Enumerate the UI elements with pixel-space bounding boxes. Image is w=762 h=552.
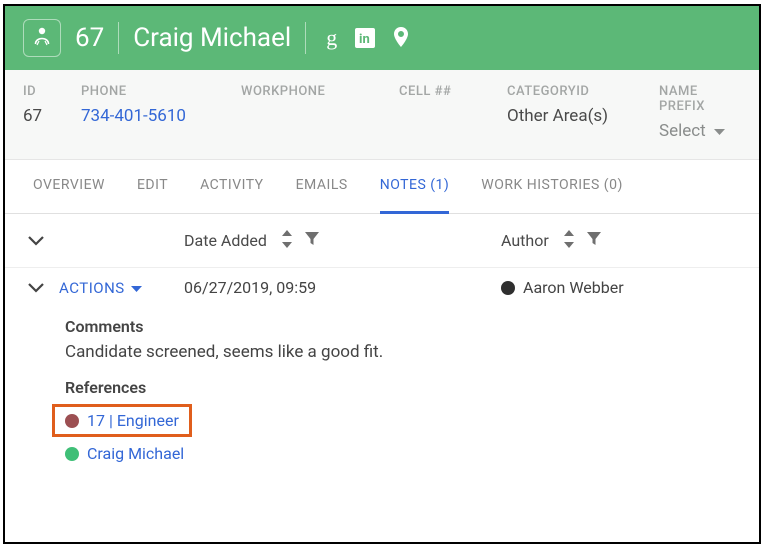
info-col-cell: CELL ## bbox=[399, 84, 507, 141]
info-col-phone: PHONE 734-401-5610 bbox=[81, 84, 241, 141]
info-col-id: ID 67 bbox=[23, 84, 81, 141]
record-header: 67 Craig Michael g in bbox=[5, 6, 759, 70]
date-added-value: 06/27/2019, 09:59 bbox=[184, 278, 491, 297]
table-row: ACTIONS 06/27/2019, 09:59 Aaron Webber bbox=[5, 268, 759, 297]
reference-link[interactable]: 17 | Engineer bbox=[87, 411, 179, 430]
row-expand-toggle[interactable] bbox=[23, 283, 49, 293]
actions-dropdown[interactable]: ACTIONS bbox=[59, 278, 174, 297]
reference-link[interactable]: Craig Michael bbox=[87, 444, 184, 463]
social-icons: g in bbox=[326, 25, 409, 51]
comments-text: Candidate screened, seems like a good fi… bbox=[65, 342, 741, 362]
tab-edit[interactable]: EDIT bbox=[137, 160, 168, 214]
sort-icon[interactable] bbox=[563, 230, 575, 252]
prefix-select[interactable]: Select bbox=[659, 121, 741, 141]
column-label: Date Added bbox=[184, 231, 267, 250]
tab-work-histories[interactable]: WORK HISTORIES (0) bbox=[481, 160, 623, 214]
tab-overview[interactable]: OVERVIEW bbox=[33, 160, 105, 214]
info-value-category: Other Area(s) bbox=[507, 106, 659, 126]
actions-label: ACTIONS bbox=[59, 279, 125, 297]
info-label-cell: CELL ## bbox=[399, 84, 507, 99]
expand-all-toggle[interactable] bbox=[23, 236, 49, 246]
info-value-phone[interactable]: 734-401-5610 bbox=[81, 106, 241, 126]
status-dot-icon bbox=[65, 447, 79, 461]
info-label-category: CATEGORYID bbox=[507, 84, 659, 99]
reference-item: Craig Michael bbox=[65, 444, 741, 463]
author-cell: Aaron Webber bbox=[501, 278, 741, 297]
sort-icon[interactable] bbox=[281, 230, 293, 252]
caret-down-icon bbox=[131, 278, 142, 297]
author-name: Aaron Webber bbox=[523, 278, 624, 297]
caret-down-icon bbox=[714, 121, 725, 141]
tab-notes[interactable]: NOTES (1) bbox=[380, 160, 450, 214]
header-divider bbox=[118, 22, 119, 54]
person-icon bbox=[33, 26, 51, 50]
column-date-added[interactable]: Date Added bbox=[184, 230, 491, 252]
notes-table-header: Date Added Author bbox=[5, 214, 759, 268]
linkedin-icon[interactable]: in bbox=[355, 28, 375, 48]
prefix-select-value: Select bbox=[659, 121, 706, 141]
filter-icon[interactable] bbox=[587, 231, 601, 250]
record-id: 67 bbox=[75, 23, 104, 53]
info-label-workphone: WORKPHONE bbox=[241, 84, 399, 99]
location-icon[interactable] bbox=[393, 27, 409, 49]
tab-emails[interactable]: EMAILS bbox=[296, 160, 348, 214]
info-col-category: CATEGORYID Other Area(s) bbox=[507, 84, 659, 141]
header-divider bbox=[305, 22, 306, 54]
tabs: OVERVIEW EDIT ACTIVITY EMAILS NOTES (1) … bbox=[5, 160, 759, 214]
references-heading: References bbox=[65, 378, 741, 397]
google-icon[interactable]: g bbox=[326, 25, 337, 51]
info-label-id: ID bbox=[23, 84, 81, 99]
status-dot-icon bbox=[65, 414, 79, 428]
record-name: Craig Michael bbox=[133, 23, 291, 53]
record-type-icon-box bbox=[23, 19, 61, 57]
info-label-prefix: NAME PREFIX bbox=[659, 84, 741, 114]
info-value-id: 67 bbox=[23, 106, 81, 126]
filter-icon[interactable] bbox=[305, 231, 319, 250]
status-dot-icon bbox=[501, 281, 515, 295]
info-col-prefix: NAME PREFIX Select bbox=[659, 84, 741, 141]
comments-heading: Comments bbox=[65, 317, 741, 336]
reference-highlight-box: 17 | Engineer bbox=[52, 404, 192, 437]
record-panel: 67 Craig Michael g in ID 67 PHONE 734-40… bbox=[3, 4, 761, 544]
column-author[interactable]: Author bbox=[501, 230, 741, 252]
column-label: Author bbox=[501, 231, 549, 250]
note-detail-block: Comments Candidate screened, seems like … bbox=[5, 297, 759, 475]
svg-text:in: in bbox=[359, 32, 370, 47]
info-row: ID 67 PHONE 734-401-5610 WORKPHONE CELL … bbox=[5, 70, 759, 160]
tab-activity[interactable]: ACTIVITY bbox=[200, 160, 264, 214]
info-col-workphone: WORKPHONE bbox=[241, 84, 399, 141]
info-label-phone: PHONE bbox=[81, 84, 241, 99]
